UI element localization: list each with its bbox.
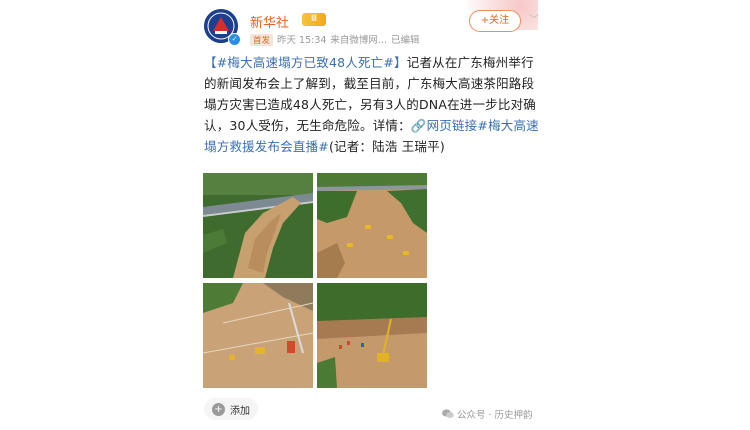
edited-label: 已编辑 <box>390 35 420 46</box>
verified-icon: ✓ <box>228 33 241 46</box>
aerial-highway-collapse-icon <box>203 173 313 278</box>
reporter-credit: (记者：陆浩 王瑞平) <box>328 139 445 154</box>
aerial-crane-rescue-icon <box>317 283 427 388</box>
photo-2[interactable] <box>317 173 427 278</box>
aerial-rescue-site-icon <box>203 283 313 388</box>
add-label: 添加 <box>230 405 250 417</box>
post-source: 来自微博网... <box>330 35 387 46</box>
account-name[interactable]: 新华社 <box>250 12 289 31</box>
add-button[interactable]: + 添加 <box>204 398 258 420</box>
web-link[interactable]: 🔗网页链接 <box>411 118 478 133</box>
photo-grid <box>203 173 427 389</box>
wechat-icon <box>442 409 454 418</box>
watermark: 公众号 · 历史押韵 <box>442 407 533 421</box>
follow-button[interactable]: +关注 <box>469 10 521 32</box>
hashtag-link[interactable]: 【#梅大高速塌方已致48人死亡#】 <box>204 55 407 70</box>
post-text: 【#梅大高速塌方已致48人死亡#】记者从在广东梅州举行的新闻发布会上了解到，截至… <box>204 52 544 157</box>
post-meta: 首发 昨天 15:34 来自微博网... 已编辑 <box>250 32 420 46</box>
photo-4[interactable] <box>317 283 427 388</box>
aerial-landslide-excavators-icon <box>317 173 427 278</box>
first-publish-tag: 首发 <box>250 34 274 46</box>
post-time: 昨天 15:34 <box>277 35 327 46</box>
chevron-down-icon[interactable]: ﹀ <box>529 11 539 26</box>
weibo-post: ✓ 新华社 Ⅲ 首发 昨天 15:34 来自微博网... 已编辑 +关注 ﹀ 【#梅大… <box>198 0 550 430</box>
plus-icon: + <box>212 402 225 416</box>
photo-1[interactable] <box>203 173 313 278</box>
photo-3[interactable] <box>203 283 313 388</box>
level-badge: Ⅲ <box>302 13 326 26</box>
watermark-text: 公众号 · 历史押韵 <box>457 410 533 421</box>
